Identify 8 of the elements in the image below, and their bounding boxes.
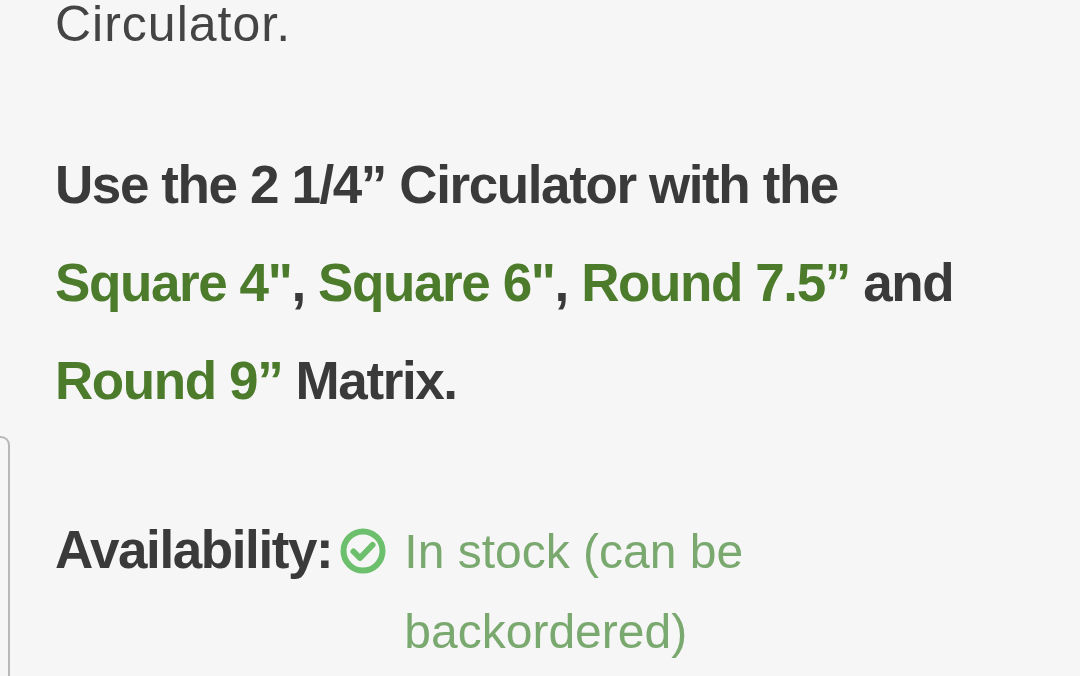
availability-label: Availability: <box>55 519 333 581</box>
stock-status-text: In stock (can be backordered) <box>404 524 745 660</box>
product-link[interactable]: Square 6" <box>318 253 555 312</box>
product-link[interactable]: Square 4" <box>55 253 292 312</box>
product-link[interactable]: Round 7.5” <box>581 253 850 312</box>
compatibility-text: Use the 2 1/4” Circulator with the Square 4", Square 6", Round 7.5” and Round 9” Matrix. <box>55 154 955 412</box>
intro-text: Circulator. <box>55 0 293 50</box>
product-link[interactable]: Round 9” <box>55 351 283 410</box>
